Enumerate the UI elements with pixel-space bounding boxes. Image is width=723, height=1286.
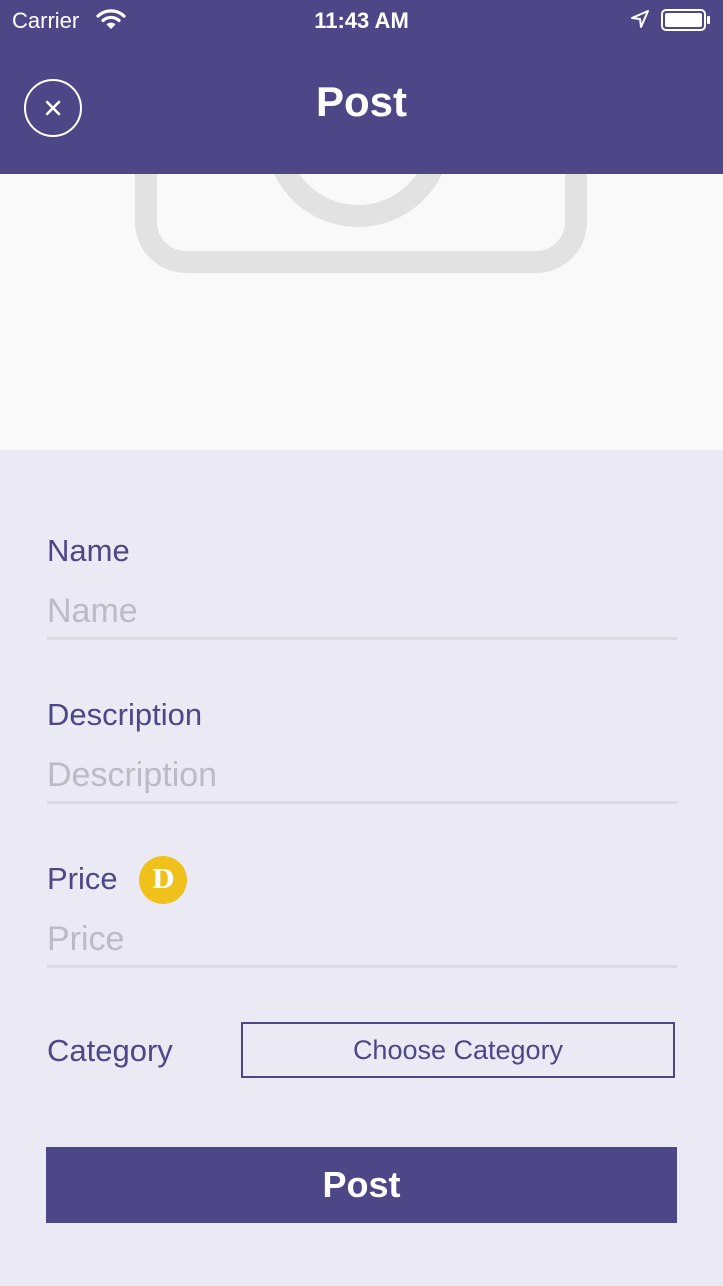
category-label: Category — [47, 1033, 173, 1068]
post-button[interactable]: Post — [46, 1147, 677, 1223]
nav-bar: Post — [0, 40, 723, 174]
price-label: Price — [47, 861, 118, 896]
status-bar: Carrier 11:43 AM — [0, 0, 723, 40]
status-time: 11:43 AM — [314, 8, 409, 33]
location-arrow-icon — [630, 9, 650, 34]
description-label: Description — [47, 697, 203, 732]
photo-picker[interactable] — [0, 174, 723, 450]
camera-icon — [135, 174, 587, 273]
name-input[interactable] — [47, 585, 677, 640]
name-label: Name — [47, 533, 130, 568]
page-title: Post — [315, 78, 407, 125]
battery-icon — [661, 9, 711, 36]
price-input[interactable] — [47, 913, 677, 968]
choose-category-button[interactable]: Choose Category — [241, 1022, 675, 1078]
description-input[interactable] — [47, 749, 677, 804]
coin-icon: D — [139, 856, 187, 904]
